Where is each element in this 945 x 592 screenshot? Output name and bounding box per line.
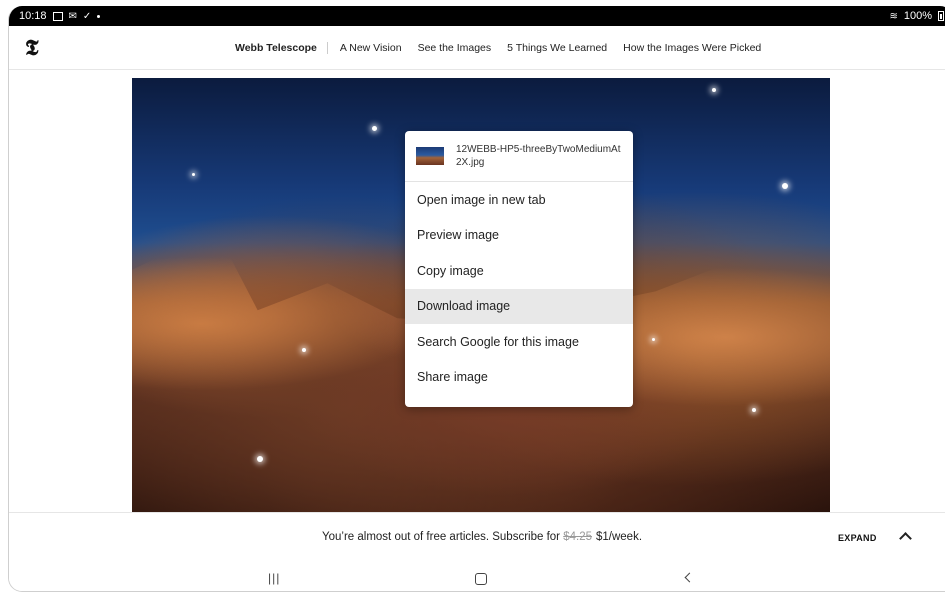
star: [192, 173, 195, 176]
old-price: $4.25: [563, 531, 592, 543]
star: [712, 88, 716, 92]
star: [782, 183, 788, 189]
gallery-icon: [52, 11, 63, 21]
download-done-icon: ✓: [82, 10, 92, 22]
subscribe-text: You’re almost out of free articles. Subs…: [322, 531, 560, 543]
site-header: 𝕿 Webb Telescope A New Vision See the Im…: [9, 26, 945, 70]
menu-search-google[interactable]: Search Google for this image: [405, 324, 633, 360]
star: [372, 126, 377, 131]
device-screen: 10:18 ✉ ✓ ≋ 100% 𝕿 Webb Telescope A New …: [8, 6, 945, 592]
wifi-icon: ≋: [889, 10, 898, 22]
mail-icon: ✉: [68, 10, 77, 22]
system-navigation-bar: |||: [9, 564, 945, 591]
back-icon[interactable]: [684, 572, 695, 583]
expand-button[interactable]: EXPAND: [838, 533, 877, 543]
menu-preview-image[interactable]: Preview image: [405, 218, 633, 254]
nav-brand-webb-telescope[interactable]: Webb Telescope: [235, 41, 328, 54]
image-filename: 12WEBB-HP5-threeByTwoMediumAt2X.jpg: [456, 144, 621, 168]
menu-download-image[interactable]: Download image: [405, 288, 633, 324]
menu-share-image[interactable]: Share image: [405, 360, 633, 396]
home-icon[interactable]: [475, 573, 487, 585]
recent-apps-icon[interactable]: |||: [268, 571, 280, 585]
chevron-up-icon[interactable]: [899, 532, 912, 545]
subscribe-banner: You’re almost out of free articles. Subs…: [9, 512, 945, 565]
status-bar: 10:18 ✉ ✓ ≋ 100%: [9, 6, 945, 26]
star: [302, 348, 306, 352]
context-menu-header: 12WEBB-HP5-threeByTwoMediumAt2X.jpg: [405, 131, 633, 182]
nav-link-images-picked[interactable]: How the Images Were Picked: [623, 42, 761, 54]
nav-link-new-vision[interactable]: A New Vision: [340, 42, 402, 54]
menu-open-new-tab[interactable]: Open image in new tab: [405, 182, 633, 218]
star: [257, 456, 263, 462]
new-price: $1/week.: [595, 531, 643, 543]
menu-copy-image[interactable]: Copy image: [405, 253, 633, 289]
nyt-logo[interactable]: 𝕿: [25, 35, 39, 61]
image-thumbnail: [416, 147, 444, 165]
subscribe-message[interactable]: You’re almost out of free articles. Subs…: [322, 531, 642, 543]
star: [752, 408, 756, 412]
dot-icon: [97, 14, 101, 18]
battery-icon: [938, 11, 944, 21]
star: [652, 338, 655, 341]
nav-link-five-things[interactable]: 5 Things We Learned: [507, 42, 607, 54]
battery-percent: 100%: [903, 10, 932, 22]
image-context-menu: 12WEBB-HP5-threeByTwoMediumAt2X.jpg Open…: [405, 131, 633, 407]
nav-link-see-images[interactable]: See the Images: [418, 42, 492, 54]
status-time: 10:18: [19, 10, 47, 22]
section-nav: Webb Telescope A New Vision See the Imag…: [235, 26, 777, 69]
